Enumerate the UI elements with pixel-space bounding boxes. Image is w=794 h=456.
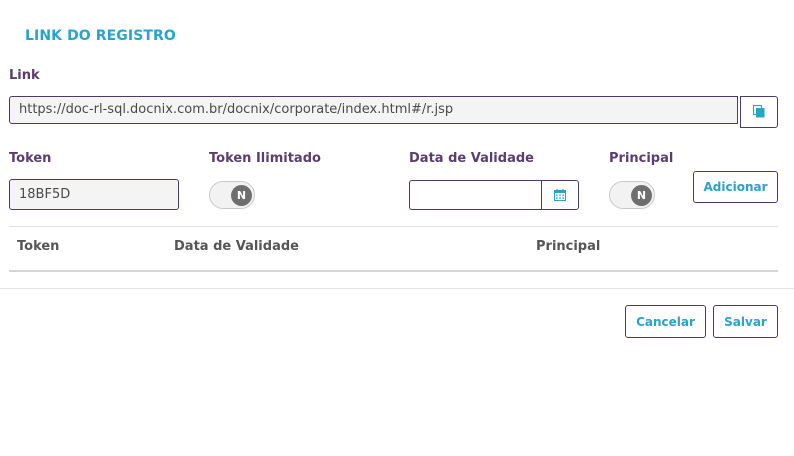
principal-toggle[interactable]: N <box>609 181 655 209</box>
token-label: Token <box>9 151 52 166</box>
token-ilimitado-toggle[interactable]: N <box>209 181 255 209</box>
principal-label: Principal <box>609 151 674 166</box>
data-validade-field[interactable] <box>409 180 542 210</box>
toggle-knob: N <box>631 185 652 206</box>
column-header-data-validade: Data de Validade <box>174 239 299 254</box>
save-button[interactable]: Salvar <box>713 305 778 338</box>
link-field[interactable]: https://doc-rl-sql.docnix.com.br/docnix/… <box>9 96 738 124</box>
copy-icon <box>752 103 765 122</box>
token-field[interactable]: 18BF5D <box>9 179 179 210</box>
column-header-principal: Principal <box>536 239 601 254</box>
cancel-button[interactable]: Cancelar <box>625 305 706 338</box>
add-button[interactable]: Adicionar <box>693 171 778 203</box>
token-ilimitado-label: Token Ilimitado <box>209 151 321 166</box>
toggle-knob: N <box>231 185 252 206</box>
column-header-token: Token <box>17 239 60 254</box>
footer-divider <box>0 288 794 289</box>
table-top-divider <box>9 226 778 227</box>
calendar-button[interactable] <box>541 180 579 210</box>
table-header-divider <box>9 270 778 272</box>
copy-link-button[interactable] <box>740 96 778 128</box>
calendar-icon <box>554 186 566 205</box>
link-label: Link <box>9 68 40 83</box>
dialog-title: LINK DO REGISTRO <box>25 28 176 44</box>
data-validade-label: Data de Validade <box>409 151 534 166</box>
